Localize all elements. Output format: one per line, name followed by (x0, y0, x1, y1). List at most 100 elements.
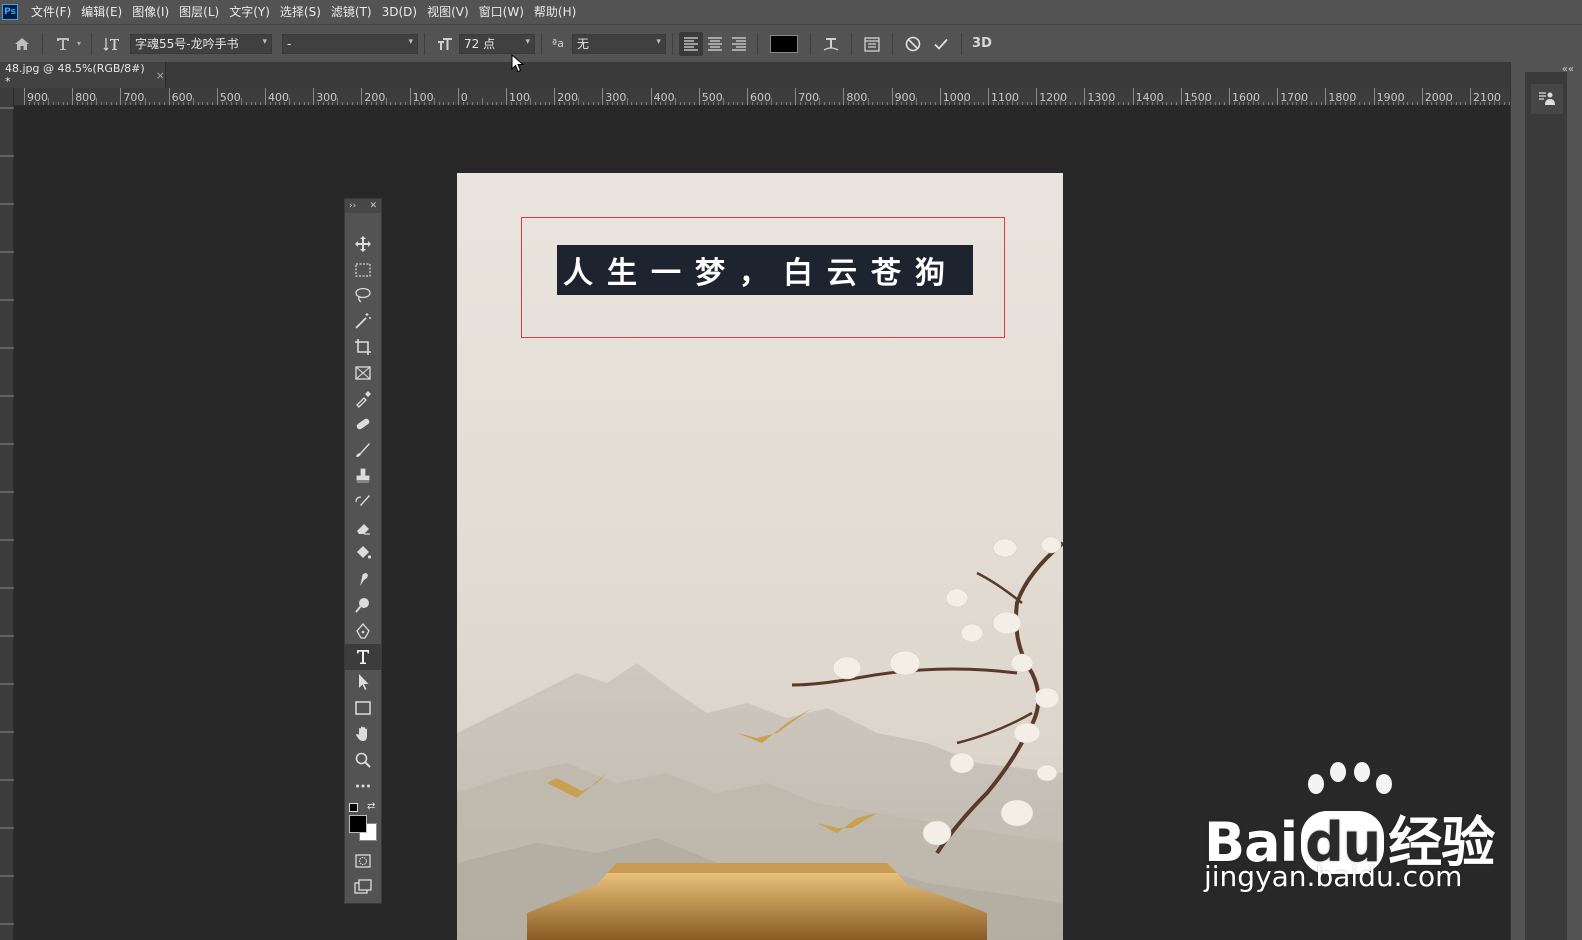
home-icon[interactable] (8, 30, 36, 58)
brush-tool[interactable] (345, 437, 381, 463)
eraser-tool[interactable] (345, 515, 381, 541)
hand-tool[interactable] (345, 721, 381, 747)
align-right-button[interactable] (727, 32, 751, 56)
warp-text-icon[interactable] (817, 30, 845, 58)
history-brush-tool[interactable] (345, 489, 381, 515)
ruler-minor-tick (1494, 98, 1496, 105)
pen-tool[interactable] (345, 618, 381, 644)
quick-mask-tool[interactable] (345, 849, 381, 875)
menu-filter[interactable]: 滤镜(T) (326, 0, 377, 24)
commit-check-icon[interactable] (927, 30, 955, 58)
ruler-minor-tick (867, 98, 869, 105)
frame-icon (355, 366, 371, 380)
ruler-tick (698, 88, 700, 105)
antialias-value: 无 (576, 37, 589, 51)
align-center-button[interactable] (703, 32, 727, 56)
font-family-select[interactable]: 字魂55号-龙吟手书 ▾ (130, 33, 273, 54)
marquee-tool[interactable] (345, 257, 381, 283)
menu-view[interactable]: 视图(V) (422, 0, 474, 24)
dodge-tool[interactable] (345, 592, 381, 618)
paint-bucket-tool[interactable] (345, 541, 381, 567)
menu-layer[interactable]: 图层(L) (174, 0, 224, 24)
character-panel-icon[interactable] (858, 30, 886, 58)
close-icon[interactable]: × (156, 69, 165, 82)
menu-image[interactable]: 图像(I) (127, 0, 174, 24)
panel-icon (1539, 92, 1555, 105)
type-tool-preset-icon[interactable] (49, 30, 77, 58)
menu-window[interactable]: 窗口(W) (474, 0, 529, 24)
ruler-minor-tick (1349, 98, 1351, 105)
ruler-tick-label: 1000 (942, 91, 971, 104)
clone-stamp-tool[interactable] (345, 463, 381, 489)
document-tab[interactable]: 48.jpg @ 48.5%(RGB/8#) * × (0, 62, 166, 88)
smudge-tool[interactable] (345, 566, 381, 592)
ruler-tick (988, 88, 989, 105)
menu-type[interactable]: 文字(Y) (224, 0, 275, 24)
align-left-button[interactable] (678, 31, 703, 56)
rectangle-tool[interactable] (345, 695, 381, 721)
horizontal-ruler[interactable]: 900 800 700 600 500 400 300 200 100 0 100 200 300 400… (14, 88, 1510, 106)
close-icon[interactable]: ✕ (369, 201, 377, 211)
text-color-swatch[interactable] (769, 34, 798, 53)
font-size-select[interactable]: 72 点 ▾ (459, 33, 536, 54)
ruler-tick-label: 1100 (991, 91, 1019, 104)
ruler-minor-tick (771, 98, 773, 105)
text-layer-selection[interactable]: 人生一梦，白云苍狗 (557, 245, 973, 295)
font-size-value: 72 点 (464, 37, 496, 51)
frame-tool[interactable] (345, 360, 381, 386)
menu-select[interactable]: 选择(S) (275, 0, 326, 24)
document-tab-bar: 48.jpg @ 48.5%(RGB/8#) * × (0, 62, 1530, 88)
ruler-tick (1132, 88, 1134, 105)
learn-panel-button[interactable] (1531, 84, 1563, 114)
vertical-ruler[interactable] (0, 88, 14, 940)
more-tools[interactable] (345, 773, 381, 799)
menu-help[interactable]: 帮助(H) (529, 0, 581, 24)
zoom-tool[interactable] (345, 747, 381, 773)
separator (891, 32, 893, 55)
screen-mode-tool[interactable] (345, 874, 381, 900)
swap-colors-icon[interactable]: ⇄ (367, 801, 375, 812)
collapse-panels-icon[interactable]: «« (1562, 64, 1574, 75)
ruler-tick (457, 88, 459, 105)
separator (809, 32, 811, 55)
ruler-tick (72, 88, 74, 105)
ruler-minor-tick (722, 98, 724, 105)
eyedropper-tool[interactable] (345, 386, 381, 412)
separator (541, 32, 543, 55)
tools-panel-header[interactable]: ›› ✕ (345, 199, 381, 213)
ruler-minor-tick (337, 98, 339, 105)
ruler-minor-tick (1397, 98, 1399, 105)
ruler-tick-label: 2100 (1473, 91, 1501, 104)
crop-tool[interactable] (345, 334, 381, 360)
menu-file[interactable]: 文件(F) (26, 0, 76, 24)
text-orientation-icon[interactable] (98, 30, 126, 58)
lasso-tool[interactable] (345, 283, 381, 309)
ruler-minor-tick (433, 98, 435, 105)
healing-brush-tool[interactable] (345, 412, 381, 438)
antialias-select[interactable]: 无 ▾ (571, 33, 666, 54)
ruler-tick (1180, 88, 1182, 105)
document-canvas[interactable]: 人生一梦，白云苍狗 (457, 173, 1063, 940)
type-tool[interactable] (345, 643, 381, 670)
chevron-down-icon: ▾ (408, 36, 414, 47)
move-tool[interactable] (345, 231, 381, 257)
preset-chevron-icon[interactable]: ▾ (77, 39, 81, 48)
ruler-tick (795, 88, 797, 105)
vertical-ruler-ticks (0, 107, 14, 925)
separator (91, 32, 93, 55)
default-colors-icon[interactable] (349, 802, 358, 812)
path-selection-tool[interactable] (345, 670, 381, 696)
ruler-minor-tick (819, 98, 821, 105)
menu-edit[interactable]: 编辑(E) (76, 0, 127, 24)
font-style-select[interactable]: - ▾ (282, 33, 419, 54)
3d-button[interactable]: 3D (968, 30, 996, 58)
text-layer-content[interactable]: 人生一梦，白云苍狗 (563, 248, 959, 292)
tools-panel-grip[interactable] (345, 213, 381, 231)
menu-3d[interactable]: 3D(D) (377, 0, 422, 24)
magic-wand-tool[interactable] (345, 308, 381, 334)
foreground-color-swatch[interactable] (349, 814, 367, 833)
watermark-url: jingyan.baidu.com (1204, 860, 1463, 893)
expand-icon[interactable]: ›› (349, 201, 356, 211)
cancel-icon[interactable] (899, 30, 927, 58)
ruler-tick (313, 88, 315, 105)
